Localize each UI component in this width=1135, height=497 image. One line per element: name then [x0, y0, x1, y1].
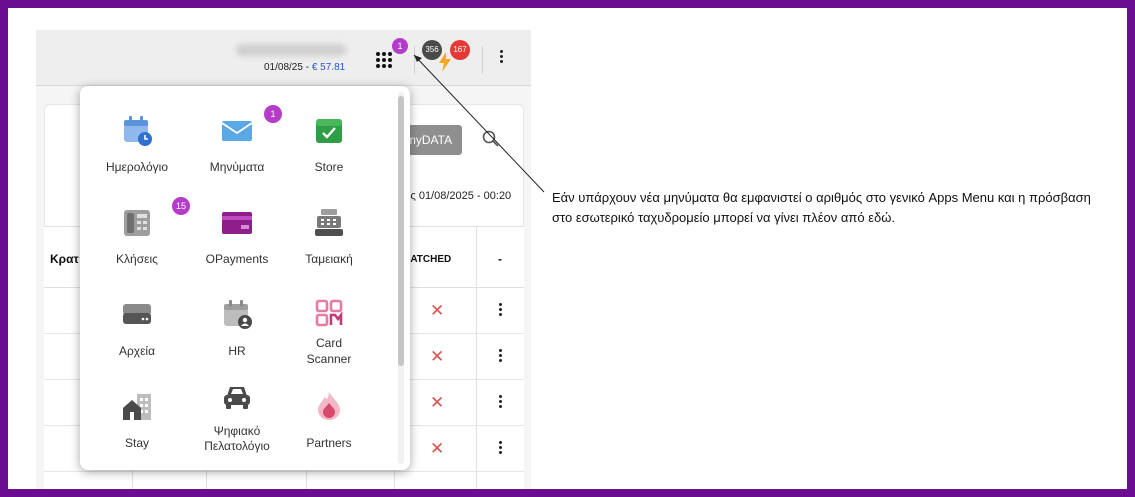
frame-border: 01/08/25 - € 57.81 1 356 167 myDATA της … [0, 0, 1135, 497]
app-digital-client-book[interactable]: Ψηφιακό Πελατολόγιο [192, 382, 282, 462]
apps-badge: 1 [392, 38, 408, 54]
app-label: Store [314, 160, 344, 174]
annotation-text: Εάν υπάρχουν νέα μηνύματα θα εμφανιστεί … [552, 190, 1091, 225]
app-files[interactable]: Αρχεία [92, 298, 182, 378]
app-label: HR [228, 344, 246, 358]
last-update-text: της 01/08/2025 - 00:20 [400, 190, 512, 202]
app-partners[interactable]: Partners [284, 390, 374, 470]
app-hr[interactable]: HR [192, 298, 282, 378]
app-label: Ταμειακή [305, 252, 353, 266]
cash-register-icon [315, 209, 343, 236]
row-actions-icon[interactable] [497, 347, 503, 367]
app-label: OPayments [205, 252, 269, 266]
column-divider [476, 226, 477, 489]
top-bar: 01/08/25 - € 57.81 1 356 167 [36, 30, 531, 86]
flame-icon [318, 392, 340, 420]
app-calls[interactable]: Κλήσεις [92, 206, 182, 286]
app-label: Stay [124, 436, 149, 450]
app-label: Partners [306, 436, 352, 450]
divider [482, 46, 483, 74]
credit-card-icon [222, 212, 252, 234]
app-label: Ημερολόγιο [105, 160, 169, 174]
app-label: Scanner [306, 352, 352, 366]
drive-icon [123, 304, 151, 324]
canvas: 01/08/25 - € 57.81 1 356 167 myDATA της … [8, 8, 1127, 489]
notifications-button[interactable]: 356 167 [422, 40, 474, 76]
unmatched-icon: ✕ [430, 393, 445, 412]
session-date: 01/08/25 [264, 62, 303, 73]
apps-menu-popup: Ημερολόγιο Μηνύματα 1 Store Κλήσεις 15 O… [80, 86, 410, 470]
divider [414, 46, 415, 74]
column-header-krat: Κρατ [50, 252, 79, 266]
table-row [44, 472, 524, 489]
building-icon [123, 394, 151, 420]
balance-amount: € 57.81 [311, 62, 346, 73]
app-label: Αρχεία [118, 344, 156, 358]
phone-icon [124, 210, 150, 236]
app-label: Πελατολόγιο [204, 439, 270, 453]
lightning-icon [439, 52, 451, 72]
app-store[interactable]: Store [284, 114, 374, 194]
car-icon [224, 387, 250, 409]
mail-icon [221, 121, 253, 141]
calendar-icon [124, 116, 152, 146]
qr-code-icon [315, 299, 343, 327]
date-balance: 01/08/25 - € 57.81 [264, 62, 346, 73]
app-calendar[interactable]: Ημερολόγιο [92, 114, 182, 194]
app-messages[interactable]: Μηνύματα [192, 114, 282, 194]
calls-badge: 15 [172, 197, 190, 215]
blurred-company-name [236, 44, 346, 56]
unmatched-icon: ✕ [430, 439, 445, 458]
row-actions-icon[interactable] [497, 301, 503, 321]
app-label: Card [315, 336, 342, 350]
hr-calendar-icon [224, 300, 252, 329]
column-header-actions: - [498, 252, 502, 266]
app-label: Ψηφιακό [213, 424, 261, 438]
messages-badge: 1 [264, 105, 282, 123]
apps-menu-button[interactable] [376, 52, 392, 68]
app-screenshot: 01/08/25 - € 57.81 1 356 167 myDATA της … [36, 30, 531, 489]
scrollbar-thumb[interactable] [398, 96, 404, 366]
unmatched-icon: ✕ [430, 347, 445, 366]
notification-count-red: 167 [450, 40, 470, 60]
row-actions-icon[interactable] [497, 439, 503, 459]
app-cash-register[interactable]: Ταμειακή [284, 206, 374, 286]
row-actions-icon[interactable] [497, 393, 503, 413]
store-icon [316, 119, 342, 143]
more-menu-icon[interactable] [498, 48, 504, 68]
search-icon[interactable] [482, 130, 500, 148]
app-label: Μηνύματα [209, 160, 265, 174]
app-card-scanner[interactable]: Card Scanner [284, 298, 374, 378]
app-opayments[interactable]: OPayments [192, 206, 282, 286]
unmatched-icon: ✕ [430, 301, 445, 320]
app-stay[interactable]: Stay [92, 390, 182, 470]
app-label: Κλήσεις [116, 252, 158, 266]
